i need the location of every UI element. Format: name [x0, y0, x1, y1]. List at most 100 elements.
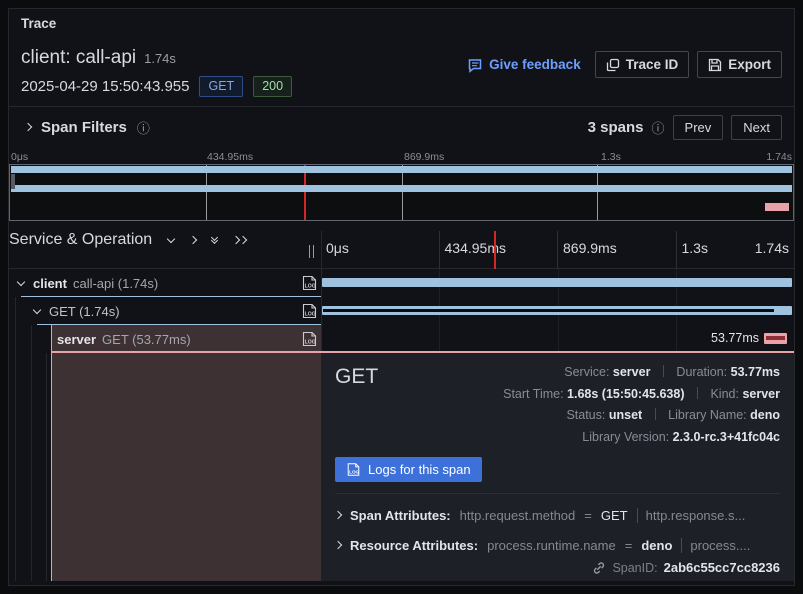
- svg-text:LOG: LOG: [305, 340, 316, 346]
- library-version-value: 2.3.0-rc.3+41fc04c: [673, 430, 780, 444]
- log-icon[interactable]: LOG: [301, 331, 318, 347]
- link-icon[interactable]: [592, 561, 606, 575]
- minimap-tick: 0μs: [11, 151, 28, 163]
- minimap-tick: 869.9ms: [404, 151, 444, 163]
- span-duration-label: 53.77ms: [711, 331, 759, 345]
- span-name-cell[interactable]: client call-api (1.74s) LOG: [9, 269, 321, 297]
- trace-span-name: client: call-api: [21, 47, 136, 68]
- chevron-right-icon: [335, 511, 342, 519]
- prev-span-button[interactable]: Prev: [673, 115, 724, 140]
- span-row-server-selected[interactable]: server GET (53.77ms) LOG 53.77ms: [9, 325, 794, 353]
- timeline-cursor-line: [494, 231, 496, 269]
- span-row-client[interactable]: client call-api (1.74s) LOG: [9, 269, 794, 297]
- duration-value: 53.77ms: [731, 365, 780, 379]
- span-bar-cell[interactable]: 53.77ms: [321, 325, 794, 353]
- next-span-button[interactable]: Next: [731, 115, 782, 140]
- span-bar-inner-stripe: [766, 336, 785, 340]
- start-time-value: 1.68s (15:50:45.638): [567, 387, 684, 401]
- minimap-ticks: 0μs 434.95ms 869.9ms 1.3s 1.74s: [9, 151, 794, 163]
- column-resize-handle[interactable]: [309, 245, 314, 258]
- axis-tick: 0μs: [321, 231, 439, 269]
- timeline-minimap[interactable]: [9, 164, 794, 221]
- comment-icon: [467, 57, 483, 73]
- kind-value: server: [742, 387, 780, 401]
- start-time-label: Start Time:: [503, 387, 563, 401]
- library-version-label: Library Version:: [582, 430, 669, 444]
- attribute-value: deno: [641, 538, 672, 553]
- span-filters-toggle[interactable]: Span Filters ⓘ: [25, 118, 150, 137]
- axis-tick: 434.95ms: [439, 231, 558, 269]
- give-feedback-link[interactable]: Give feedback: [467, 57, 581, 73]
- overview-line: Library Version: 2.3.0-rc.3+41fc04c: [503, 427, 780, 449]
- span-nav: 3 spans ⓘ Prev Next: [588, 115, 782, 140]
- trace-id-button[interactable]: Trace ID: [595, 51, 690, 78]
- span-bar-server[interactable]: [764, 333, 787, 344]
- status-value: unset: [609, 408, 642, 422]
- info-icon: ⓘ: [652, 118, 665, 137]
- library-name-label: Library Name:: [668, 408, 747, 422]
- expand-all-icon[interactable]: [233, 237, 246, 243]
- give-feedback-label: Give feedback: [489, 57, 581, 72]
- attribute-truncated: process....: [681, 538, 750, 553]
- timeline-table-header: Service & Operation 0μs 434.95ms 869.9ms…: [9, 231, 794, 269]
- log-icon[interactable]: LOG: [301, 303, 318, 319]
- service-operation-label: Service & Operation: [9, 231, 152, 249]
- collapse-icon[interactable]: [17, 277, 25, 285]
- trace-id-label: Trace ID: [626, 57, 679, 72]
- minimap-gridline: [402, 165, 403, 220]
- minimap-gridline: [597, 165, 598, 220]
- axis-tick-end: 1.74s: [755, 240, 789, 256]
- span-name-cell[interactable]: server GET (53.77ms) LOG: [9, 325, 321, 353]
- collapse-icon[interactable]: [33, 305, 41, 313]
- service-value: server: [613, 365, 651, 379]
- logs-for-span-button[interactable]: LOG Logs for this span: [335, 457, 482, 482]
- header-actions: Give feedback Trace ID Export: [467, 51, 782, 78]
- span-filters-bar: Span Filters ⓘ 3 spans ⓘ Prev Next: [9, 106, 794, 147]
- minimap-drag-handle[interactable]: [11, 174, 15, 189]
- span-service: client: [33, 276, 67, 291]
- span-bar-cell[interactable]: [321, 297, 794, 325]
- selected-span-indent-block: [51, 353, 321, 581]
- span-count: 3 spans: [588, 119, 644, 136]
- span-name-cell[interactable]: GET (1.74s) LOG: [9, 297, 321, 325]
- overview-line: Status: unset Library Name: deno: [503, 405, 780, 427]
- span-operation: call-api (1.74s): [73, 276, 158, 291]
- expand-one-icon[interactable]: [189, 236, 197, 244]
- minimap-cursor-line: [304, 165, 306, 220]
- divider: [655, 408, 656, 420]
- trace-timestamp: 2025-04-29 15:50:43.955: [21, 78, 189, 95]
- status-label: Status:: [566, 408, 605, 422]
- export-button[interactable]: Export: [697, 51, 782, 78]
- span-service: server: [57, 332, 96, 347]
- divider: [697, 387, 698, 399]
- span-id-footer: SpanID: 2ab6c55cc7cc8236: [592, 560, 780, 575]
- span-attributes-label: Span Attributes:: [350, 508, 451, 523]
- span-bar-client[interactable]: [322, 278, 792, 287]
- save-icon: [708, 58, 722, 72]
- minimap-span-client: [11, 166, 792, 173]
- log-icon[interactable]: LOG: [301, 275, 318, 291]
- collapse-one-icon[interactable]: [167, 234, 175, 242]
- duration-label: Duration:: [676, 365, 727, 379]
- span-bar-cell[interactable]: [321, 269, 794, 297]
- log-icon: LOG: [346, 462, 361, 477]
- span-filters-label: Span Filters: [41, 119, 127, 136]
- library-name-value: deno: [750, 408, 780, 422]
- panel-title: Trace: [21, 16, 56, 31]
- minimap-gridline: [206, 165, 207, 220]
- overview-line: Start Time: 1.68s (15:50:45.638) Kind: s…: [503, 384, 780, 406]
- collapse-all-icon[interactable]: [212, 238, 217, 243]
- minimap-span-get: [11, 185, 792, 192]
- attribute-key: http.request.method: [460, 508, 576, 523]
- span-row-get[interactable]: GET (1.74s) LOG: [9, 297, 794, 325]
- status-code-badge: 200: [253, 76, 292, 97]
- timeline-axis: 0μs 434.95ms 869.9ms 1.3s 1.74s: [321, 231, 794, 269]
- kind-label: Kind:: [710, 387, 739, 401]
- method-badge: GET: [199, 76, 243, 97]
- span-attributes-row[interactable]: Span Attributes: http.request.method = G…: [335, 503, 784, 527]
- span-bar-get[interactable]: [322, 306, 792, 315]
- chevron-right-icon: [335, 541, 342, 549]
- resource-attributes-row[interactable]: Resource Attributes: process.runtime.nam…: [335, 533, 784, 557]
- span-bar-inner-stripe: [323, 309, 774, 312]
- detail-title: GET: [335, 365, 378, 389]
